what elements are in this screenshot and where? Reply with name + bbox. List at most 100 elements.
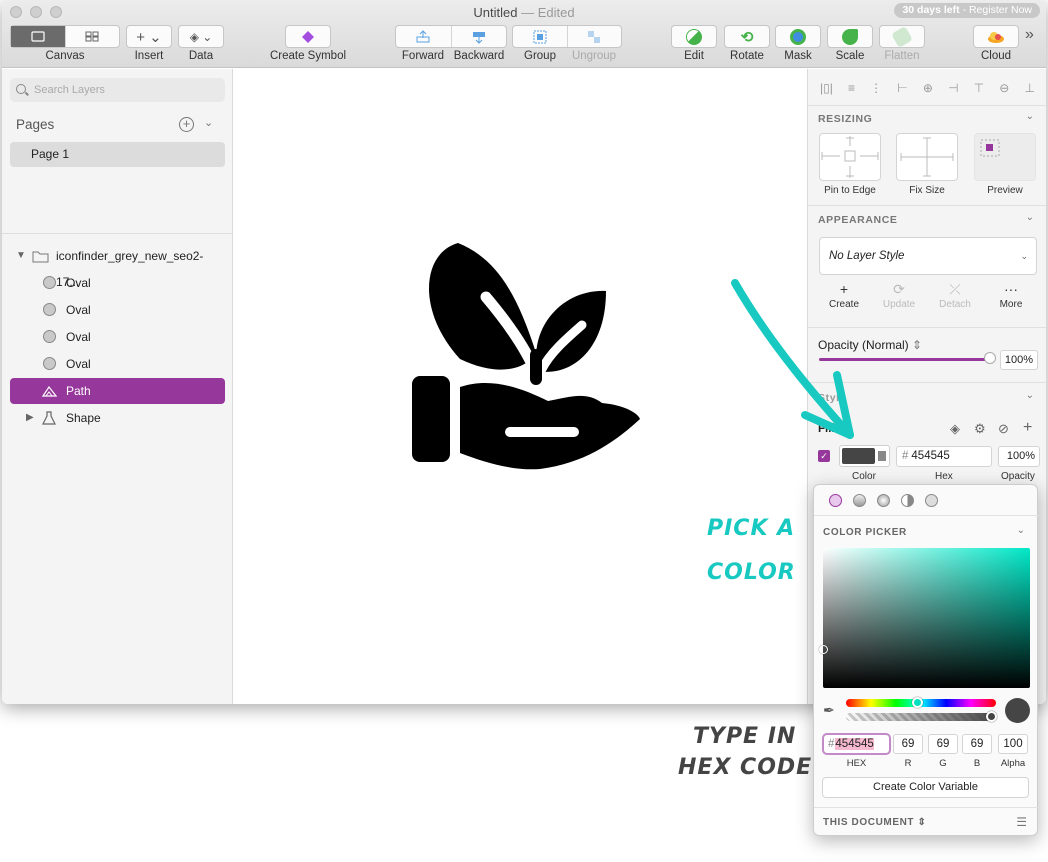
style-chevron-icon[interactable]: ⌄ (1026, 390, 1034, 401)
blue-label: B (973, 758, 981, 769)
cloud-button[interactable] (973, 25, 1019, 48)
cloud-seg[interactable] (974, 26, 1018, 47)
alpha-slider[interactable] (846, 713, 996, 721)
align-left-icon[interactable]: ⊢ (897, 81, 907, 95)
canvas-view-button[interactable] (11, 26, 66, 47)
align-top-icon[interactable]: ⊤ (974, 81, 984, 95)
insert-button[interactable]: + ⌄ (126, 25, 172, 48)
update-style-button[interactable]: ⟳ Update (874, 279, 924, 310)
disclosure-closed-icon[interactable]: ▶ (26, 405, 34, 431)
layer-row-shape[interactable]: ▶ Shape (10, 405, 225, 431)
pages-collapse-chevron-icon[interactable]: ⌄ (204, 116, 213, 129)
backward-icon (472, 31, 485, 44)
align-bottom-icon[interactable]: ⊥ (1024, 81, 1034, 95)
list-view-icon[interactable]: ☰ (1016, 815, 1027, 829)
arrange-group[interactable] (395, 25, 507, 48)
opacity-value-field[interactable]: 100% (1000, 350, 1038, 370)
edit-button[interactable] (671, 25, 717, 48)
scale-button[interactable] (827, 25, 873, 48)
layer-row-oval[interactable]: Oval (10, 270, 225, 296)
plant-in-hand-artwork[interactable] (410, 241, 642, 473)
distribute-vertical-icon[interactable]: ≡ (848, 81, 855, 95)
grouping-group[interactable] (512, 25, 622, 48)
mask-seg[interactable] (776, 26, 820, 47)
align-center-h-icon[interactable]: ⊕ (923, 81, 933, 95)
layer-row-group[interactable]: ▼ iconfinder_grey_new_seo2-17... (10, 243, 225, 289)
data-menu[interactable]: ◈ ⌄ (179, 26, 223, 47)
annotation-type-line2: HEX CODE (678, 755, 813, 780)
layer-row-path[interactable]: Path (10, 378, 225, 404)
distribute-horizontal-icon[interactable]: |▯| (820, 81, 833, 95)
layer-row-oval[interactable]: Oval (10, 324, 225, 350)
group-button[interactable] (513, 26, 568, 47)
create-symbol-button[interactable] (285, 25, 331, 48)
align-right-icon[interactable]: ⊣ (948, 81, 958, 95)
opacity-slider-thumb[interactable] (984, 352, 996, 364)
register-link[interactable]: - Register Now (963, 4, 1032, 16)
alpha-slider-thumb[interactable] (986, 711, 997, 722)
create-color-variable-button[interactable]: Create Color Variable (822, 777, 1029, 798)
canvas-area[interactable] (234, 69, 807, 704)
angular-gradient-icon[interactable] (901, 494, 914, 507)
document-colors-select[interactable]: THIS DOCUMENT ⇕ (823, 817, 927, 828)
align-middle-v-icon[interactable]: ⊖ (999, 81, 1009, 95)
forward-button[interactable] (396, 26, 452, 47)
flatten-seg[interactable] (880, 25, 924, 48)
solid-fill-icon[interactable] (829, 494, 842, 507)
page-item[interactable]: Page 1 (10, 142, 225, 167)
create-symbol-seg[interactable] (286, 26, 330, 47)
fill-enabled-checkbox[interactable]: ✓ (818, 450, 830, 462)
appearance-chevron-icon[interactable]: ⌄ (1026, 212, 1034, 223)
components-view-button[interactable] (66, 26, 120, 47)
mask-button[interactable] (775, 25, 821, 48)
ungroup-button[interactable] (568, 26, 622, 47)
rotate-seg[interactable]: ⟲ (725, 26, 769, 47)
radial-gradient-icon[interactable] (877, 494, 890, 507)
green-field[interactable]: 69 (928, 734, 958, 754)
layer-row-oval[interactable]: Oval (10, 351, 225, 377)
saturation-brightness-field[interactable] (823, 548, 1030, 688)
disclosure-open-icon[interactable]: ▼ (16, 243, 26, 269)
edit-seg[interactable] (672, 26, 716, 47)
add-fill-icon[interactable]: + (1023, 419, 1032, 437)
fix-size-control[interactable] (896, 133, 958, 181)
backward-button[interactable] (452, 26, 507, 47)
search-layers-input[interactable]: Search Layers (10, 78, 225, 102)
flatten-button[interactable] (879, 25, 925, 48)
group-label: Group (524, 50, 556, 62)
hex-input[interactable]: #454545 (822, 733, 891, 755)
oval-icon (43, 357, 56, 370)
pattern-fill-icon[interactable] (925, 494, 938, 507)
data-button[interactable]: ◈ ⌄ (178, 25, 224, 48)
linear-gradient-icon[interactable] (853, 494, 866, 507)
add-page-icon[interactable]: + (179, 117, 194, 132)
blue-field[interactable]: 69 (962, 734, 992, 754)
eyedropper-icon[interactable]: ✒ (823, 702, 835, 719)
fill-hex-field[interactable]: #454545 (896, 446, 992, 467)
annotation-arrow (731, 279, 854, 439)
resizing-chevron-icon[interactable]: ⌄ (1026, 111, 1034, 122)
oval-icon (43, 303, 56, 316)
fill-styles-icon[interactable]: ◈ (950, 421, 960, 437)
layer-style-select[interactable]: No Layer Style ⌄ (819, 237, 1037, 275)
scale-seg[interactable] (828, 26, 872, 47)
layer-row-oval[interactable]: Oval (10, 297, 225, 323)
swatch-color (842, 448, 875, 464)
tint-icon[interactable]: ⊘ (998, 421, 1009, 437)
canvas-view-toggle[interactable] (10, 25, 120, 48)
toolbar-overflow-chevron-icon[interactable]: » (1025, 26, 1034, 44)
hue-slider-thumb[interactable] (912, 697, 923, 708)
alpha-field[interactable]: 100 (998, 734, 1028, 754)
rotate-button[interactable]: ⟲ (724, 25, 770, 48)
fill-opacity-field[interactable]: 100% (998, 446, 1040, 467)
more-style-button[interactable]: ··· More (986, 279, 1036, 310)
picker-chevron-icon[interactable]: ⌄ (1017, 525, 1025, 536)
saturation-handle[interactable] (819, 645, 828, 654)
shape-flask-icon (42, 411, 56, 425)
trial-badge[interactable]: 30 days left - Register Now (894, 3, 1040, 18)
detach-style-button[interactable]: ⤫ Detach (930, 279, 980, 310)
insert-plus[interactable]: + ⌄ (127, 26, 171, 47)
red-field[interactable]: 69 (893, 734, 923, 754)
gear-icon[interactable]: ⚙ (974, 421, 986, 437)
pin-to-edge-control[interactable] (819, 133, 881, 181)
